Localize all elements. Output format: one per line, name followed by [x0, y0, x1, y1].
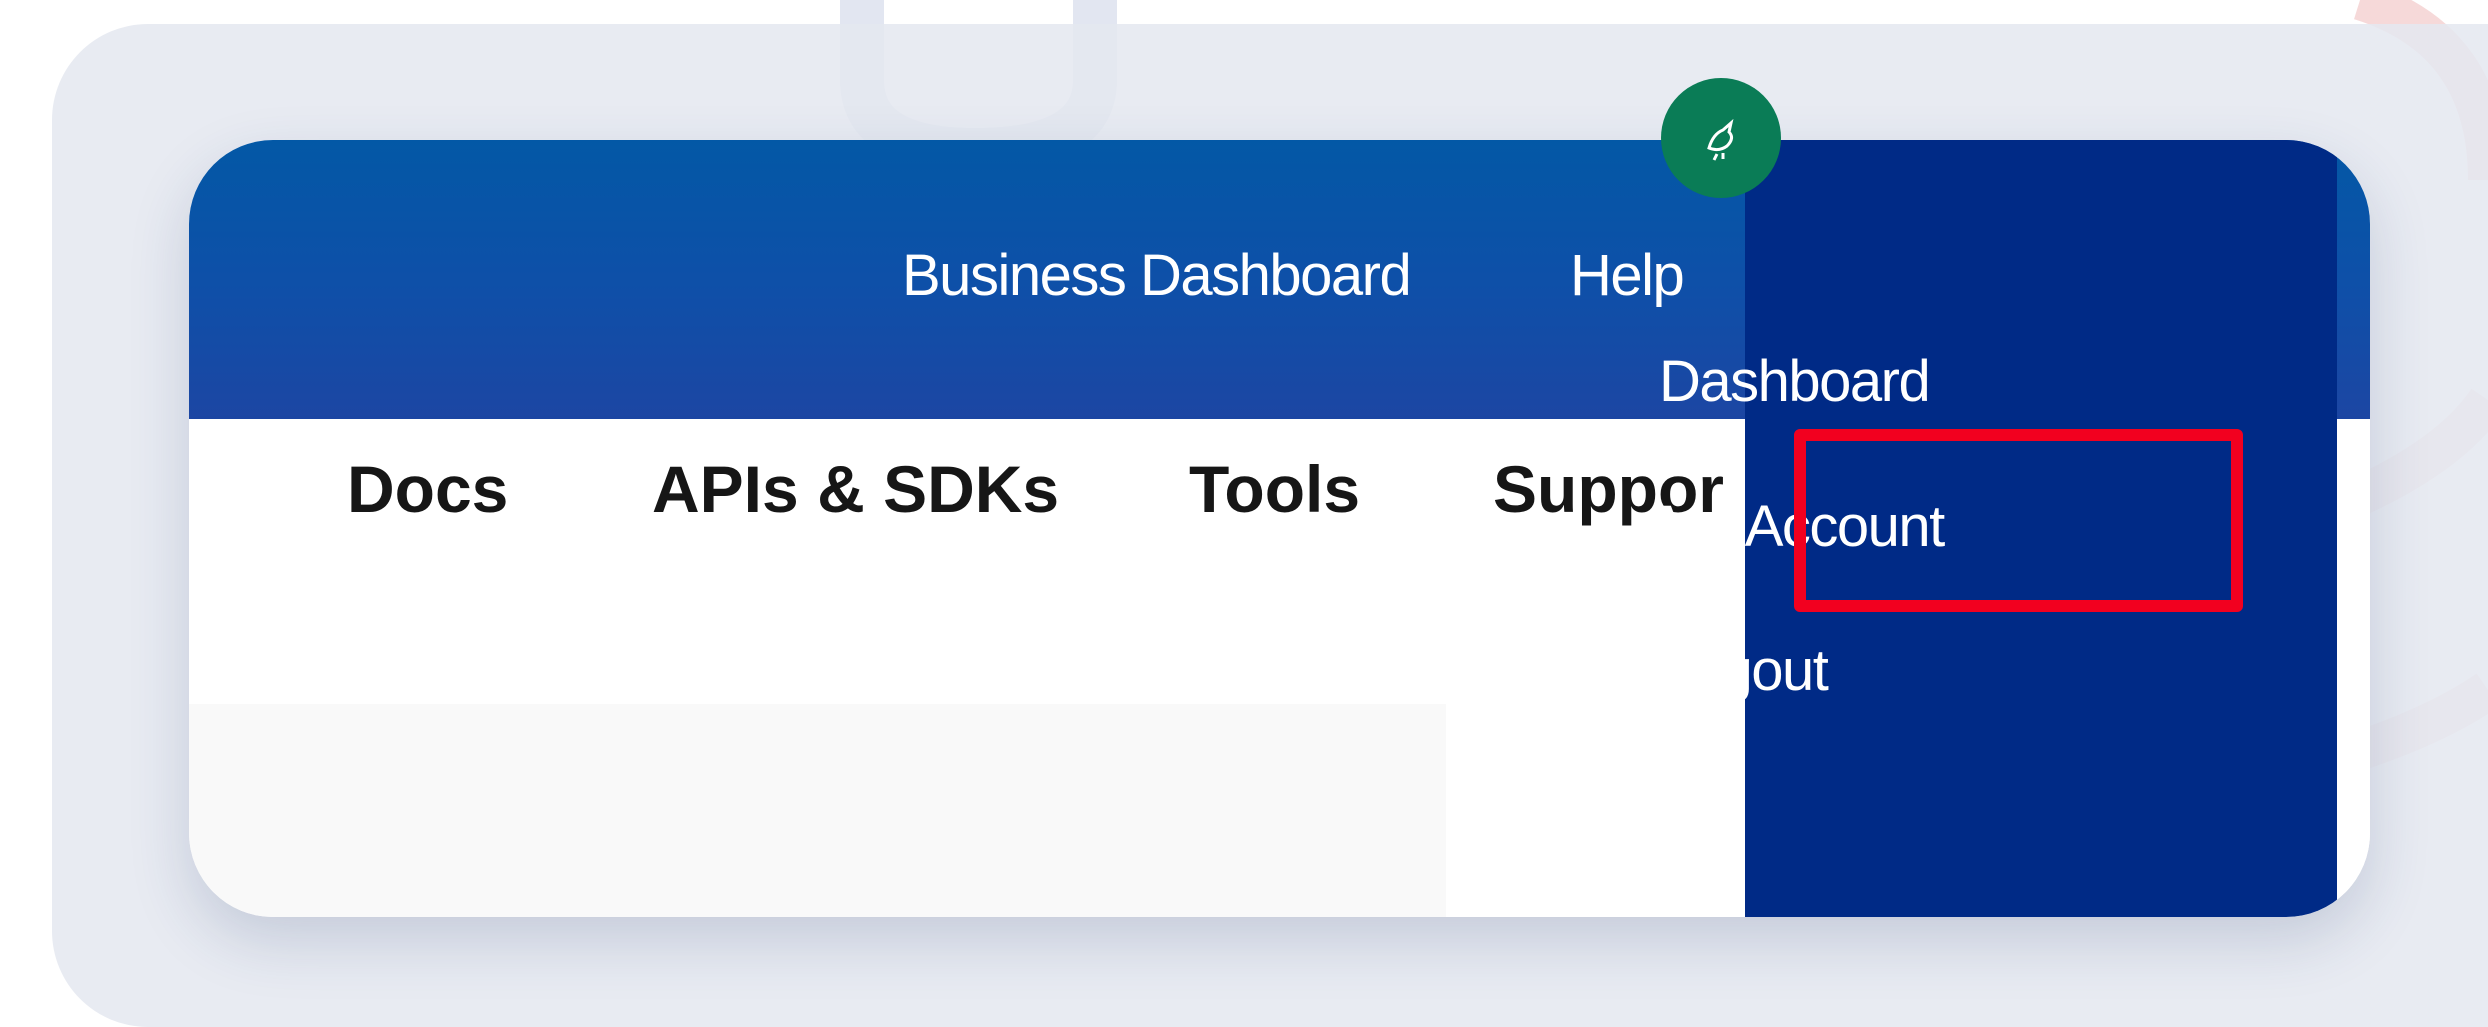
help-link[interactable]: Help — [1570, 236, 1685, 316]
user-avatar[interactable] — [1661, 78, 1781, 198]
menu-item-dashboard[interactable]: Dashboard — [1659, 342, 1931, 422]
nav-item-docs[interactable]: Docs — [347, 439, 508, 539]
nav-item-tools[interactable]: Tools — [1189, 439, 1360, 539]
menu-item-logout[interactable]: Logout — [1659, 631, 1829, 711]
business-dashboard-link[interactable]: Business Dashboard — [902, 236, 1412, 316]
menu-item-my-account[interactable]: My Account — [1659, 487, 1945, 567]
nav-item-apis-sdks[interactable]: APIs & SDKs — [652, 439, 1059, 539]
bird-logo-icon — [1707, 118, 1734, 161]
site-header-card: Business Dashboard Help Docs APIs & SDKs… — [189, 140, 2370, 917]
